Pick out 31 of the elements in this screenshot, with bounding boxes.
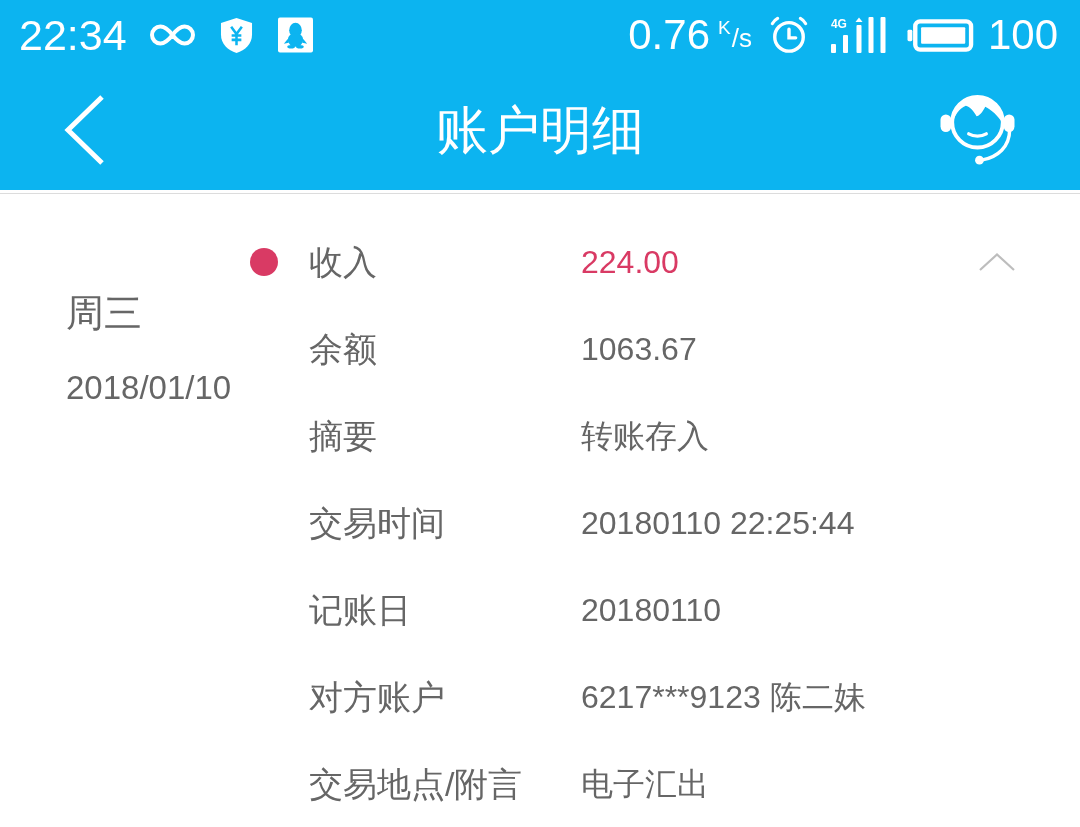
field-label: 摘要: [309, 418, 377, 453]
infinity-icon: [149, 23, 195, 47]
weekday: 周三: [66, 294, 142, 332]
network-speed: 0.76: [628, 14, 710, 56]
field-label: 记账日: [309, 592, 411, 627]
field-value: 20180110 22:25:44: [581, 506, 855, 539]
customer-service-button[interactable]: [939, 93, 1016, 167]
field-value: 电子汇出: [581, 767, 709, 800]
status-time: 22:34: [19, 13, 127, 57]
network-type: 4G: [830, 17, 847, 31]
field-label: 交易地点/附言: [309, 766, 523, 801]
field-label: 对方账户: [309, 679, 445, 714]
field-value: 1063.67: [581, 332, 697, 365]
field-value: 20180110: [581, 593, 721, 626]
battery-percent: 100: [987, 14, 1058, 56]
field-label: 交易时间: [309, 505, 445, 540]
penguin-tile-icon: [277, 17, 313, 53]
alarm-clock-icon: [769, 16, 808, 54]
back-button[interactable]: [63, 95, 105, 165]
date: 2018/01/10: [66, 371, 232, 404]
shield-yen-icon: [219, 16, 253, 54]
field-value: 6217***9123 陈二妹: [581, 680, 866, 713]
page-title: 账户明细: [436, 104, 644, 156]
field-label: 余额: [309, 331, 377, 366]
signal-bars-icon: [830, 35, 849, 53]
battery-icon: [906, 18, 974, 52]
speed-unit: $^{K}$/s: [718, 16, 752, 55]
field-label: 收入: [309, 244, 377, 279]
amount-value: 224.00: [581, 245, 679, 278]
field-value: 转账存入: [581, 419, 709, 452]
chevron-up-icon[interactable]: [979, 252, 1015, 271]
